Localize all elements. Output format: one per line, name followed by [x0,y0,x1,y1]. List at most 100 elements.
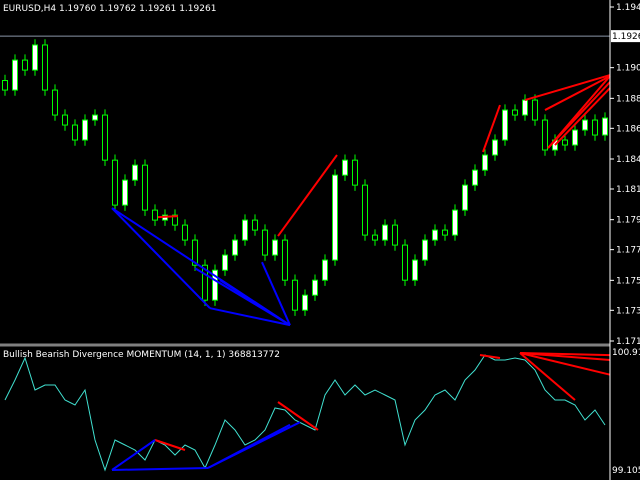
candle [262,224,268,261]
candle-body [402,244,408,281]
candle-body [62,114,68,126]
candle [362,179,368,241]
candle [342,154,348,181]
candle [592,114,598,141]
candle-body [472,169,478,186]
price-label: 1.18190 [616,185,640,195]
momentum-line [4,354,606,472]
candle [72,119,78,146]
candle [312,274,318,301]
candle-body [502,109,508,141]
candle-body [222,254,228,271]
candle [22,54,28,76]
candle-body [142,164,148,211]
candle-body [42,44,48,91]
candle-body [312,279,318,296]
candle-body [602,117,608,136]
candle-body [352,159,358,186]
candle [62,109,68,131]
candle [222,249,228,276]
candle [192,234,198,271]
candle [502,104,508,146]
candle-body [252,219,258,231]
candle [392,219,398,251]
candle-body [492,139,498,156]
candle-body [182,224,188,241]
candle-body [292,279,298,311]
candle [172,209,178,231]
candle [482,149,488,176]
candle [322,254,328,286]
indicator-title: Bullish Bearish Divergence MOMENTUM (14,… [3,350,280,360]
candle [102,109,108,166]
candle-body [342,159,348,176]
bearish-divergence-line [157,215,179,219]
candle [142,159,148,216]
candle [82,114,88,146]
bullish-divergence-line [111,467,209,471]
candle-body [302,294,308,311]
candle [152,204,158,226]
candle-body [132,164,138,181]
bearish-divergence-line [554,87,611,146]
candle [442,224,448,241]
bearish-divergence-line [277,401,319,431]
candle [272,234,278,261]
candle [52,84,58,121]
candle-body [282,239,288,281]
price-label: 1.17765 [616,246,640,256]
indicator-scale-label: 100.9184 [612,348,640,358]
candle [492,134,498,161]
candle [12,54,18,96]
candle [582,114,588,136]
candle [252,214,258,236]
candle [422,234,428,266]
candle-body [102,114,108,161]
candle-body [22,59,28,71]
candle [352,154,358,191]
candle [112,154,118,211]
candle [572,124,578,151]
candle [132,159,138,186]
candle-body [392,224,398,246]
candle-body [92,114,98,121]
candle-body [462,184,468,211]
candle [522,94,528,121]
candle-body [372,234,378,241]
candle-body [242,219,248,241]
candle-body [532,99,538,121]
candle-body [512,109,518,116]
candle-body [542,119,548,151]
price-label: 1.19465 [616,3,640,13]
candle [32,39,38,76]
candle [282,234,288,286]
candle [472,164,478,191]
current-price-label: 1.19261 [612,32,640,42]
candle [382,219,388,246]
bullish-divergence-line [111,439,156,471]
candle [532,94,538,126]
price-chart[interactable] [0,35,611,327]
candle-body [12,59,18,91]
candle [402,239,408,286]
candle-body [262,229,268,256]
candle-body [272,239,278,256]
candle-body [422,239,428,261]
price-label: 1.17550 [616,276,640,286]
candle-body [522,99,528,116]
candle [432,224,438,246]
chart-canvas[interactable]: EURUSD,H4 1.19760 1.19762 1.19261 1.1926… [0,0,640,480]
momentum-indicator-window[interactable] [4,352,611,472]
candle [602,112,608,141]
chart-header: EURUSD,H4 1.19760 1.19762 1.19261 1.1926… [3,4,216,14]
candle-body [322,259,328,281]
bearish-divergence-line [277,154,338,237]
candle-body [112,159,118,206]
candle-body [2,80,8,91]
candle [512,104,518,121]
candle [292,274,298,316]
candle-body [82,119,88,141]
candle-body [572,129,578,146]
candle-body [432,229,438,241]
price-axis: 1.19465 1.19040 1.18825 1.18615 1.18400 1.181… [610,3,640,476]
